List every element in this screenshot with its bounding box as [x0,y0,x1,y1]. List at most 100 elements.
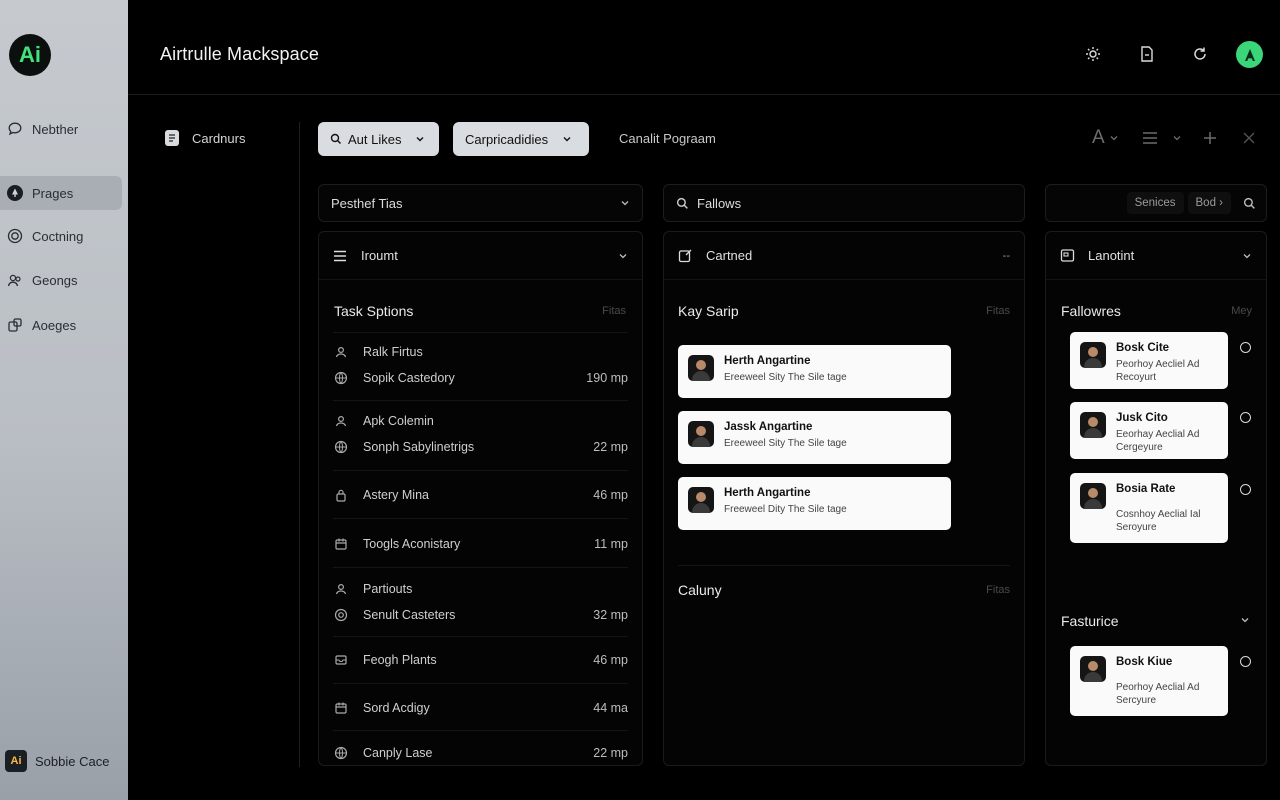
panel-header[interactable]: Iroumt [319,232,642,280]
calendar-icon [333,536,349,552]
section-title: Task Sptions [334,303,414,319]
sidebar-item-aoeges[interactable]: Aoeges [0,308,122,342]
item-subtitle: Feogh Plants [363,653,437,667]
sidebar-item-geongs[interactable]: Geongs [0,263,122,297]
follower-name: Jusk Cito [1116,412,1168,424]
section-title: Kay Sarip [678,303,739,319]
avatar [1080,656,1106,682]
divider [333,400,628,401]
contact-name: Herth Angartine [724,487,811,499]
select-radio[interactable] [1240,342,1251,353]
section-meta: Fitas [986,305,1010,317]
panel-header[interactable]: Lanotint [1046,232,1266,280]
panel-header[interactable]: Cartned -- [664,232,1024,280]
filter-select[interactable]: Pesthef Tias [318,184,643,222]
person-icon [333,413,349,429]
inbox-icon [333,652,349,668]
list-view-button[interactable] [1142,128,1182,148]
section-title: Caluny [678,582,722,598]
contact-description: Ereeweel Sity The Sile tage [724,372,847,383]
follower-card[interactable]: Bosia Rate Cosnhoy Aeclial Ial Seroyure [1070,473,1228,543]
list-item[interactable]: Feogh Plants 46 mp [333,650,628,670]
edit-icon [678,247,696,265]
user-profile-link[interactable]: Ai Sobbie Cace [5,750,109,772]
add-button[interactable] [1203,128,1217,148]
chevron-down-icon [1242,251,1252,261]
divider [333,332,628,333]
search-icon [676,197,689,210]
workspace-badge: Ai [5,750,27,772]
section-meta: Mey [1231,305,1252,317]
item-value: 46 mp [593,488,628,502]
follower-description: Cosnhoy Aeclial Ial Seroyure [1116,509,1201,533]
item-subtitle: Toogls Aconistary [363,537,461,551]
page-title: Airtrulle Mackspace [160,44,319,64]
divider [333,518,628,519]
contact-card[interactable]: Jassk Angartine Ereeweel Sity The Sile ta… [678,411,951,464]
followers-panel: Lanotint Fallowres Mey Bosk Cite Peorhoy … [1045,231,1267,766]
list-item[interactable]: Astery Mina 46 mp [333,485,628,505]
sidebar-item-label: Nebther [32,121,79,137]
chevron-down-icon[interactable] [1240,615,1250,625]
canalit-pograam-link[interactable]: Canalit Pograam [619,131,716,146]
item-subtitle: Sopik Castedory [363,371,455,385]
item-value: 44 ma [593,701,628,715]
globe-icon [333,745,349,761]
text-format-button[interactable]: A [1092,127,1119,148]
follower-name: Bosk Kiue [1116,656,1173,668]
item-value: 46 mp [593,653,628,667]
filter-chip-bod[interactable]: Bod › [1187,192,1231,214]
nav-cards[interactable]: Cardnurs [162,128,245,148]
divider [333,683,628,684]
contact-name: Jassk Angartine [724,421,813,433]
filter-chip-senices[interactable]: Senices [1126,192,1184,214]
list-item[interactable]: Canply Lase 22 mp [333,743,628,763]
search-icon[interactable] [1243,197,1256,210]
menu-icon [333,247,351,265]
close-button[interactable] [1242,128,1256,148]
user-avatar[interactable] [1236,41,1263,68]
sidebar-item-nebther[interactable]: Nebther [0,112,122,146]
list-item[interactable]: Partiouts Senult Casteters 32 mp [333,579,628,625]
section-title: Fasturice [1061,613,1119,629]
filter-dropdown-aut-likes[interactable]: Aut Likes [318,122,439,156]
follower-name: Bosk Cite [1116,342,1170,354]
select-radio[interactable] [1240,484,1251,495]
chevron-down-icon [618,251,628,261]
collapse-button[interactable]: -- [1003,250,1010,262]
app-logo[interactable]: Ai [9,34,51,76]
contact-card[interactable]: Herth Angartine Ereeweel Sity The Sile ta… [678,345,951,398]
search-icon [330,133,342,145]
list-item[interactable]: Ralk Firtus Sopik Castedory 190 mp [333,342,628,388]
item-value: 190 mp [586,371,628,385]
clipboard-icon [162,128,182,148]
list-item[interactable]: Apk Colemin Sonph Sabylinetrigs 22 mp [333,411,628,457]
search-input[interactable]: Fallows [663,184,1025,222]
document-icon[interactable] [1137,44,1157,64]
follower-description: Peorhoy Aecliel Ad Recoyurt [1116,359,1200,383]
pill-label: Aut Likes [348,131,402,147]
sidebar-item-prages[interactable]: Prages [0,176,122,210]
filter-dropdown-carpricadidies[interactable]: Carpricadidies [453,122,589,156]
section-meta: Fitas [986,584,1010,596]
follower-card[interactable]: Bosk Kiue Peorhoy Aeclial Ad Sercyure [1070,646,1228,716]
contact-card[interactable]: Herth Angartine Freeweel Dity The Sile ta… [678,477,951,530]
follower-card[interactable]: Jusk Cito Eeorhay Aeclial Ad Cergeyure [1070,402,1228,459]
settings-icon[interactable] [1083,44,1103,64]
item-subtitle: Sord Acdigy [363,701,430,715]
avatar [1080,412,1106,438]
avatar [688,355,714,381]
person-icon [333,344,349,360]
list-item[interactable]: Toogls Aconistary 11 mp [333,534,628,554]
select-radio[interactable] [1240,412,1251,423]
filter-select-label: Pesthef Tias [331,195,403,211]
list-item[interactable]: Sord Acdigy 44 ma [333,698,628,718]
panel-title: Iroumt [361,248,398,263]
refresh-icon[interactable] [1190,44,1210,64]
divider [333,470,628,471]
globe-icon [333,370,349,386]
follower-card[interactable]: Bosk Cite Peorhoy Aecliel Ad Recoyurt [1070,332,1228,389]
item-value: 32 mp [593,608,628,622]
sidebar-item-coctning[interactable]: Coctning [0,219,122,253]
select-radio[interactable] [1240,656,1251,667]
